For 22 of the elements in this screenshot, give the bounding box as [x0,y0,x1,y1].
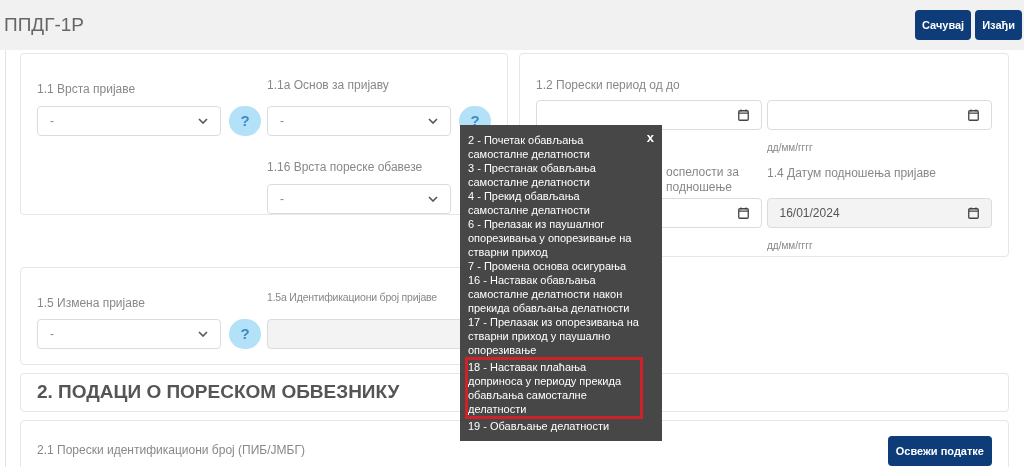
field-label: 1.5 Измена пријаве [37,296,145,310]
tooltip-item: 16 - Наставак обављања самосталне делатности након прекида обављања делатности [468,273,631,315]
tooltip-item: 3 - Престанак обављања самосталне делатности [468,161,597,189]
tooltip-item: 17 - Прелазак из опорезивања на стварни приход у паушално опорезивање [468,315,640,357]
field-label: 1.16 Врста пореске обавезе [267,160,423,174]
field-label: 1.2 Порески период од до [536,77,681,94]
tooltip-item: 18 - Наставак плаћања доприноса у периоду прекида обављања самосталне делатности [468,360,640,416]
tooltip-item: 6 - Прелазак из паушалног опорезивања у опорезивање на стварни приход [468,217,633,259]
field-label: 1.4 Датум подношења пријаве [767,165,937,182]
tooltip-item: 19 - Обављање делатности [468,419,611,433]
field-label: оспелости за подношење [666,165,739,194]
tooltip-item: 7 - Промена основа осигурања [468,259,628,273]
field-label: 2.1 Порески идентификациони број (ПИБ/ЈМБГ) [37,442,305,459]
tooltip-item: 2 - Почетак обављања самосталне делатности [468,133,591,161]
page-title: ППДГ-1Р [4,12,85,37]
field-label: 1.1 Врста пријаве [37,82,136,96]
field-label: дд/мм/гггг [767,240,813,251]
section-title: 2. ПОДАЦИ О ПОРЕСКОМ ОБВЕЗНИКУ [37,380,400,405]
field-label: 1.1а Основ за пријаву [267,77,389,94]
field-label: 1.5а Идентификациони број пријаве [267,290,437,305]
field-label: дд/мм/гггг [767,142,813,153]
tooltip-item: 4 - Прекид обављања самосталне делатности [468,189,591,217]
